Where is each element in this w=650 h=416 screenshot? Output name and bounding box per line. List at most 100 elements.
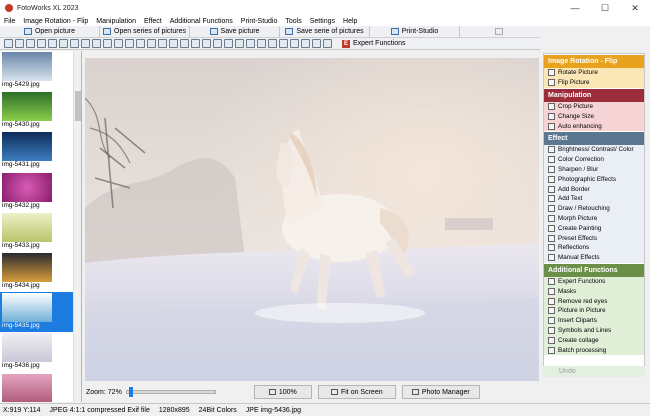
crop-picture-item[interactable]: Crop Picture — [544, 101, 644, 112]
thumbnail-item-selected[interactable]: img-5435.jpg — [0, 292, 73, 333]
additional-item[interactable]: Symbols and Lines — [544, 325, 644, 336]
tool-icon-8[interactable] — [81, 39, 90, 48]
section-title-rotation[interactable]: Image Rotation - Flip — [544, 55, 644, 68]
effect-item[interactable]: Reflections — [544, 242, 644, 253]
tool-icon-18[interactable] — [191, 39, 200, 48]
collage-icon — [548, 336, 555, 344]
rotate-picture-item[interactable]: Rotate Picture — [544, 68, 644, 78]
thumbnail-item[interactable]: img-5430.jpg — [0, 91, 73, 131]
menu-tools[interactable]: Tools — [281, 18, 305, 25]
tool-icon-23[interactable] — [246, 39, 255, 48]
tool-icon-4[interactable] — [37, 39, 46, 48]
change-size-item[interactable]: Change Size — [544, 111, 644, 122]
effect-item[interactable]: Manual Effects — [544, 252, 644, 263]
effect-item[interactable]: Draw / Retouching — [544, 203, 644, 214]
auto-enhancing-item[interactable]: Auto enhancing — [544, 121, 644, 131]
tool-icon-7[interactable] — [70, 39, 79, 48]
menu-image-rotation[interactable]: Image Rotation - Flip — [19, 18, 92, 25]
thumbnail-item[interactable] — [0, 373, 73, 402]
photo-manager-button[interactable]: Photo Manager — [401, 385, 480, 399]
fit-on-screen-button[interactable]: Fit on Screen — [317, 385, 396, 399]
tool-icon-27[interactable] — [290, 39, 299, 48]
menu-help[interactable]: Help — [339, 18, 361, 25]
tool-icon-5[interactable] — [48, 39, 57, 48]
expert-functions-button[interactable]: E Expert Functions — [342, 39, 406, 48]
thumbnail-image — [2, 293, 52, 323]
status-format: JPEG 4:1:1 compressed Exif file — [49, 406, 150, 414]
tool-icon-16[interactable] — [169, 39, 178, 48]
undo-button[interactable]: Undo — [543, 366, 645, 377]
effect-item[interactable]: Add Text — [544, 193, 644, 204]
effect-item[interactable]: Brightness/ Contrast/ Color — [544, 144, 644, 155]
tool-icon-13[interactable] — [136, 39, 145, 48]
open-series-button[interactable]: Open series of pictures — [100, 26, 190, 37]
thumbnail-item[interactable]: img-5434.jpg — [0, 252, 73, 292]
tool-icon-30[interactable] — [323, 39, 332, 48]
thumbnail-item[interactable]: img-5432.jpg — [0, 172, 73, 212]
open-picture-button[interactable]: Open picture — [0, 26, 100, 37]
zoom-slider[interactable] — [125, 387, 216, 397]
menu-print-studio[interactable]: Print-Studio — [237, 18, 282, 25]
magic-wand-icon — [548, 122, 555, 130]
disabled-tool-button[interactable] — [460, 26, 540, 37]
additional-item[interactable]: Create collage — [544, 335, 644, 346]
thumbnail-item[interactable]: img-5433.jpg — [0, 212, 73, 252]
additional-item[interactable]: Expert Functions — [544, 276, 644, 287]
additional-item[interactable]: Remove red eyes — [544, 296, 644, 306]
tool-icon-15[interactable] — [158, 39, 167, 48]
tool-icon-17[interactable] — [180, 39, 189, 48]
thumbnail-scrollbar[interactable] — [73, 51, 81, 402]
image-canvas[interactable] — [85, 58, 539, 381]
print-studio-button[interactable]: Print-Studio — [370, 26, 460, 37]
effect-item[interactable]: Add Border — [544, 184, 644, 194]
tool-icon-20[interactable] — [213, 39, 222, 48]
tool-icon-19[interactable] — [202, 39, 211, 48]
tool-icon-24[interactable] — [257, 39, 266, 48]
effect-item[interactable]: Morph Picture — [544, 213, 644, 224]
scrollbar-thumb[interactable] — [75, 91, 81, 121]
thumbnail-item[interactable]: img-5431.jpg — [0, 131, 73, 171]
effect-item[interactable]: Photographic Effects — [544, 174, 644, 185]
additional-item[interactable]: Batch processing — [544, 345, 644, 355]
section-title-effect[interactable]: Effect — [544, 131, 644, 145]
additional-item[interactable]: Insert Cliparts — [544, 315, 644, 326]
effect-item[interactable]: Create Painting — [544, 223, 644, 234]
maximize-button[interactable]: ☐ — [590, 0, 620, 16]
tool-icon-2[interactable] — [15, 39, 24, 48]
zoom-slider-knob[interactable] — [128, 387, 133, 397]
tool-icon-22[interactable] — [235, 39, 244, 48]
tool-icon-29[interactable] — [312, 39, 321, 48]
menu-settings[interactable]: Settings — [306, 18, 339, 25]
thumbnail-item[interactable]: img-5436.jpg — [0, 332, 73, 372]
tool-icon-14[interactable] — [147, 39, 156, 48]
tool-icon-9[interactable] — [92, 39, 101, 48]
tool-icon-26[interactable] — [279, 39, 288, 48]
tool-icon-28[interactable] — [301, 39, 310, 48]
section-title-additional[interactable]: Additional Functions — [544, 263, 644, 277]
tool-icon-11[interactable] — [114, 39, 123, 48]
menu-manipulation[interactable]: Manipulation — [92, 18, 140, 25]
additional-item[interactable]: Picture in Picture — [544, 305, 644, 316]
flip-picture-item[interactable]: Flip Picture — [544, 77, 644, 88]
section-title-manipulation[interactable]: Manipulation — [544, 88, 644, 102]
tool-icon-10[interactable] — [103, 39, 112, 48]
save-series-button[interactable]: Save serie of pictures — [280, 26, 370, 37]
menu-additional-functions[interactable]: Additional Functions — [166, 18, 237, 25]
save-picture-button[interactable]: Save picture — [190, 26, 280, 37]
thumbnail-item[interactable]: img-5429.jpg — [0, 51, 73, 91]
effect-item[interactable]: Preset Effects — [544, 233, 644, 243]
menu-effect[interactable]: Effect — [140, 18, 166, 25]
close-button[interactable]: ✕ — [620, 0, 650, 16]
additional-item[interactable]: Masks — [544, 286, 644, 297]
effect-item[interactable]: Color Correction — [544, 154, 644, 165]
minimize-button[interactable]: — — [560, 0, 590, 16]
tool-icon-3[interactable] — [26, 39, 35, 48]
effect-item[interactable]: Sharpen / Blur — [544, 164, 644, 175]
tool-icon-12[interactable] — [125, 39, 134, 48]
tool-icon-25[interactable] — [268, 39, 277, 48]
zoom-100-button[interactable]: 100% — [253, 385, 312, 399]
tool-icon-6[interactable] — [59, 39, 68, 48]
tool-icon-21[interactable] — [224, 39, 233, 48]
menu-file[interactable]: File — [0, 18, 19, 25]
tool-icon-1[interactable] — [4, 39, 13, 48]
